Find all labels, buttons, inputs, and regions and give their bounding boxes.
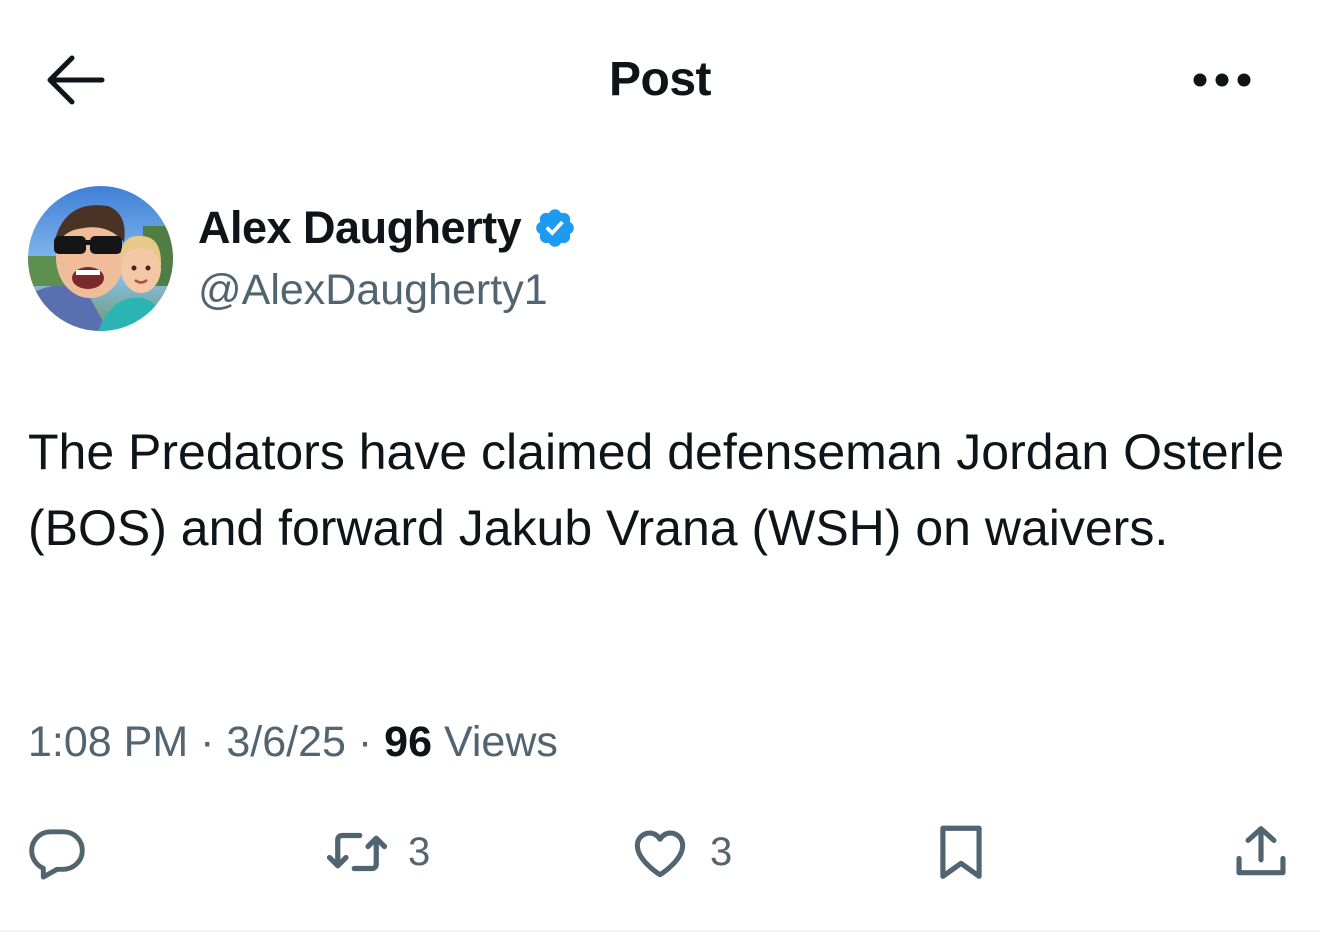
- verified-badge-icon: [536, 209, 574, 247]
- bookmark-button[interactable]: [930, 812, 992, 892]
- retweet-count: 3: [408, 829, 431, 874]
- retweet-button[interactable]: 3: [324, 812, 430, 892]
- reply-button[interactable]: [26, 812, 88, 892]
- divider: [0, 930, 1320, 932]
- more-horizontal-icon: [1193, 73, 1251, 87]
- post-author: Alex Daugherty @AlexDaugherty1: [28, 186, 1288, 336]
- author-name[interactable]: Alex Daugherty: [198, 202, 522, 254]
- like-button[interactable]: 3: [628, 812, 732, 892]
- more-options-button[interactable]: [1186, 58, 1258, 102]
- views-label: Views: [443, 718, 558, 766]
- heart-icon: [634, 830, 686, 878]
- bookmark-icon: [940, 825, 982, 879]
- action-bar: 3 3: [0, 812, 1320, 892]
- author-handle[interactable]: @AlexDaugherty1: [198, 266, 548, 315]
- views-count: 96: [384, 718, 433, 766]
- avatar[interactable]: [28, 186, 173, 331]
- reply-icon: [29, 829, 85, 880]
- page-title: Post: [608, 53, 712, 106]
- post-time[interactable]: 1:08 PM: [28, 718, 188, 766]
- share-button[interactable]: [1230, 812, 1292, 892]
- meta-separator: ·: [357, 718, 373, 766]
- meta-separator: ·: [200, 718, 215, 766]
- retweet-icon: [326, 832, 388, 872]
- top-bar: Post: [0, 0, 1320, 160]
- share-icon: [1236, 826, 1286, 876]
- post-text: The Predators have claimed defenseman Jo…: [28, 424, 1285, 556]
- post-date[interactable]: 3/6/25: [226, 718, 346, 766]
- post-meta: 1:08 PM · 3/6/25 · 96 Views: [28, 718, 558, 767]
- like-count: 3: [710, 829, 733, 874]
